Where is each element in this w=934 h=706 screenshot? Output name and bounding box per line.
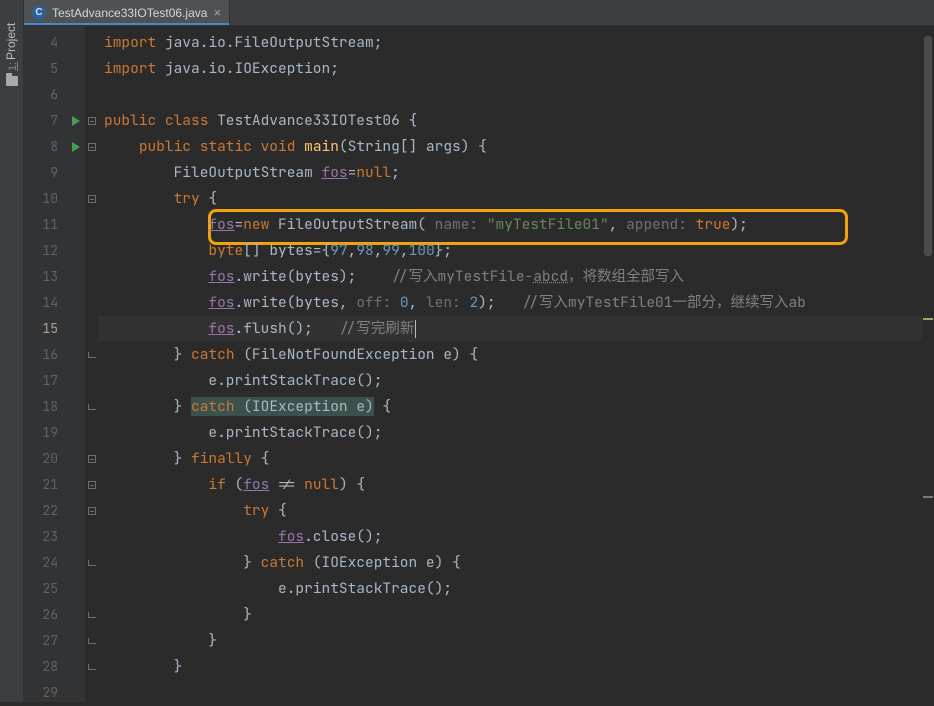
folder-icon[interactable] [6, 76, 18, 86]
scrollbar-mark [923, 318, 933, 320]
code-line[interactable]: fos.flush(); //写完刷新 [98, 316, 922, 342]
code-line[interactable]: e.printStackTrace(); [98, 368, 922, 394]
close-icon[interactable]: × [213, 5, 221, 20]
editor-tab-bar: C TestAdvance33IOTest06.java × [24, 0, 934, 26]
gutter-fold [84, 26, 98, 702]
code-line[interactable]: byte[] bytes={97,98,99,100}; [98, 238, 922, 264]
code-line[interactable]: if (fos != null) { [98, 472, 922, 498]
tool-window-bar: 1: Project cture [0, 0, 24, 702]
code-line[interactable] [98, 82, 922, 108]
code-area[interactable]: import java.io.FileOutputStream; import … [98, 26, 922, 702]
code-line[interactable]: } catch (IOException e) { [98, 394, 922, 420]
code-line[interactable]: e.printStackTrace(); [98, 420, 922, 446]
code-line[interactable]: fos=new FileOutputStream( name: "myTestF… [98, 212, 922, 238]
fold-toggle-icon[interactable] [88, 195, 96, 203]
gutter-line-numbers[interactable]: 45678 910111213 1415161718 1920212223 24… [24, 26, 68, 702]
code-line[interactable] [98, 680, 922, 702]
project-tool-label[interactable]: Project [4, 23, 18, 60]
fold-end-icon [88, 664, 96, 670]
code-line[interactable]: e.printStackTrace(); [98, 576, 922, 602]
code-line[interactable]: try { [98, 498, 922, 524]
code-line[interactable]: public class TestAdvance33IOTest06 { [98, 108, 922, 134]
code-line[interactable]: } [98, 628, 922, 654]
code-line[interactable]: } [98, 602, 922, 628]
code-line[interactable]: fos.close(); [98, 524, 922, 550]
editor-area[interactable]: 45678 910111213 1415161718 1920212223 24… [24, 26, 922, 702]
code-line[interactable]: fos.write(bytes, off: 0, len: 2); //写入my… [98, 290, 922, 316]
code-line[interactable]: } catch (FileNotFoundException e) { [98, 342, 922, 368]
text-caret [415, 320, 416, 338]
project-tool-num[interactable]: 1: [7, 62, 19, 71]
code-line[interactable]: import java.io.FileOutputStream; [98, 30, 922, 56]
scrollbar-mark [923, 496, 933, 498]
vertical-scrollbar[interactable] [922, 26, 934, 702]
fold-toggle-icon[interactable] [88, 507, 96, 515]
fold-end-icon [88, 560, 96, 566]
run-icon[interactable] [72, 116, 80, 126]
code-line[interactable]: FileOutputStream fos=null; [98, 160, 922, 186]
fold-toggle-icon[interactable] [88, 481, 96, 489]
fold-toggle-icon[interactable] [88, 117, 96, 125]
fold-end-icon [88, 612, 96, 618]
fold-end-icon [88, 638, 96, 644]
code-line[interactable]: import java.io.IOException; [98, 56, 922, 82]
code-line[interactable]: try { [98, 186, 922, 212]
fold-toggle-icon[interactable] [88, 143, 96, 151]
scrollbar-thumb[interactable] [924, 36, 932, 256]
code-line[interactable]: fos.write(bytes); //写入myTestFile-abcd，将数… [98, 264, 922, 290]
fold-toggle-icon[interactable] [88, 455, 96, 463]
gutter-run-icons [68, 26, 84, 702]
fold-end-icon [88, 404, 96, 410]
code-line[interactable]: public static void main(String[] args) { [98, 134, 922, 160]
code-line[interactable]: } finally { [98, 446, 922, 472]
class-icon: C [32, 6, 46, 20]
tab-filename: TestAdvance33IOTest06.java [52, 6, 207, 20]
structure-tool-label[interactable]: cture [0, 675, 3, 702]
code-line[interactable]: } catch (IOException e) { [98, 550, 922, 576]
editor-tab[interactable]: C TestAdvance33IOTest06.java × [24, 0, 230, 25]
fold-end-icon [88, 352, 96, 358]
code-line[interactable]: } [98, 654, 922, 680]
run-icon[interactable] [72, 142, 80, 152]
